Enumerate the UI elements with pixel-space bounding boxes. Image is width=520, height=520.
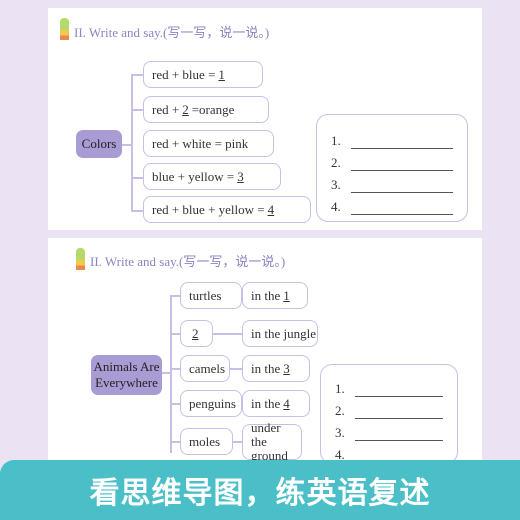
text: in the bbox=[251, 360, 281, 376]
connector bbox=[170, 295, 180, 297]
text: in the bbox=[251, 395, 281, 411]
connector bbox=[170, 403, 180, 405]
connector bbox=[131, 109, 143, 111]
text: turtles bbox=[189, 287, 222, 303]
animal-box: 2 bbox=[180, 320, 213, 347]
answer-line[interactable]: 3. bbox=[335, 419, 443, 441]
color-item: red + blue + yellow = 4 bbox=[143, 196, 311, 223]
animal-box: camels bbox=[180, 355, 230, 382]
text: =orange bbox=[191, 101, 235, 117]
blank-3: 3 bbox=[237, 168, 244, 184]
hub-animals: Animals Are Everywhere bbox=[91, 355, 162, 395]
text: 1. bbox=[331, 133, 341, 148]
text: 1. bbox=[335, 381, 345, 396]
connector bbox=[170, 333, 180, 335]
answer-box: 1. 2. 3. 4. bbox=[320, 364, 458, 464]
animal-box: turtles bbox=[180, 282, 242, 309]
text: 1 bbox=[283, 287, 290, 303]
connector bbox=[170, 368, 180, 370]
animal-box: penguins bbox=[180, 390, 242, 417]
pencil-icon bbox=[76, 248, 85, 270]
text: red + white = pink bbox=[152, 135, 249, 151]
answer-line[interactable]: 1. bbox=[331, 127, 453, 149]
text: penguins bbox=[189, 395, 236, 411]
color-item: blue + yellow = 3 bbox=[143, 163, 281, 190]
place-box: in the 1 bbox=[242, 282, 308, 309]
text: 3. bbox=[335, 425, 345, 440]
place-box: in the 3 bbox=[242, 355, 310, 382]
text: 2 bbox=[192, 325, 199, 341]
hub-colors: Colors bbox=[76, 130, 122, 158]
section-title: II. Write and say.(写一写，说一说。) bbox=[90, 254, 286, 269]
connector bbox=[131, 74, 133, 210]
exercise-card-colors: II. Write and say.(写一写，说一说。) Colors red … bbox=[48, 8, 482, 230]
connector bbox=[230, 368, 242, 370]
connector bbox=[170, 295, 172, 453]
text: moles bbox=[189, 433, 221, 449]
connector bbox=[131, 177, 143, 179]
text: 2. bbox=[331, 155, 341, 170]
color-item: red + blue = 1 bbox=[143, 61, 263, 88]
connector bbox=[170, 441, 180, 443]
text: under the ground bbox=[251, 419, 288, 464]
text: red + blue = bbox=[152, 66, 216, 82]
connector bbox=[131, 210, 143, 212]
promo-banner: 看思维导图，练英语复述 bbox=[0, 460, 520, 520]
text: 2. bbox=[335, 403, 345, 418]
text: 3. bbox=[331, 177, 341, 192]
text: blue + yellow = bbox=[152, 168, 235, 184]
text: 4 bbox=[283, 395, 290, 411]
text: in the bbox=[251, 287, 281, 303]
text: 4. bbox=[331, 199, 341, 214]
answer-line[interactable]: 2. bbox=[335, 397, 443, 419]
connector bbox=[162, 372, 172, 374]
answer-box: 1. 2. 3. 4. bbox=[316, 114, 468, 222]
place-box: under the ground bbox=[242, 420, 302, 463]
connector bbox=[233, 441, 242, 443]
answer-line[interactable]: 1. bbox=[335, 375, 443, 397]
answer-line[interactable]: 2. bbox=[331, 149, 453, 171]
text: 3 bbox=[283, 360, 290, 376]
connector bbox=[121, 144, 133, 146]
connector bbox=[131, 74, 143, 76]
place-box: in the jungle bbox=[242, 320, 318, 347]
connector bbox=[213, 333, 242, 335]
answer-line[interactable]: 4. bbox=[331, 193, 453, 215]
section-title: II. Write and say.(写一写，说一说。) bbox=[74, 25, 270, 40]
text: red + bbox=[152, 101, 180, 117]
text: camels bbox=[189, 360, 226, 376]
answer-line[interactable]: 3. bbox=[331, 171, 453, 193]
text: in the jungle bbox=[251, 325, 316, 341]
color-item: red + 2 =orange bbox=[143, 96, 269, 123]
place-box: in the 4 bbox=[242, 390, 310, 417]
blank-4: 4 bbox=[267, 201, 275, 217]
exercise-card-animals: II. Write and say.(写一写，说一说。) Animals Are… bbox=[48, 238, 482, 478]
text: red + blue + yellow = bbox=[152, 201, 265, 217]
blank-2: 2 bbox=[182, 101, 189, 117]
pencil-icon bbox=[60, 18, 69, 40]
blank-1: 1 bbox=[218, 66, 225, 82]
animal-box: moles bbox=[180, 428, 233, 455]
color-item: red + white = pink bbox=[143, 130, 274, 157]
